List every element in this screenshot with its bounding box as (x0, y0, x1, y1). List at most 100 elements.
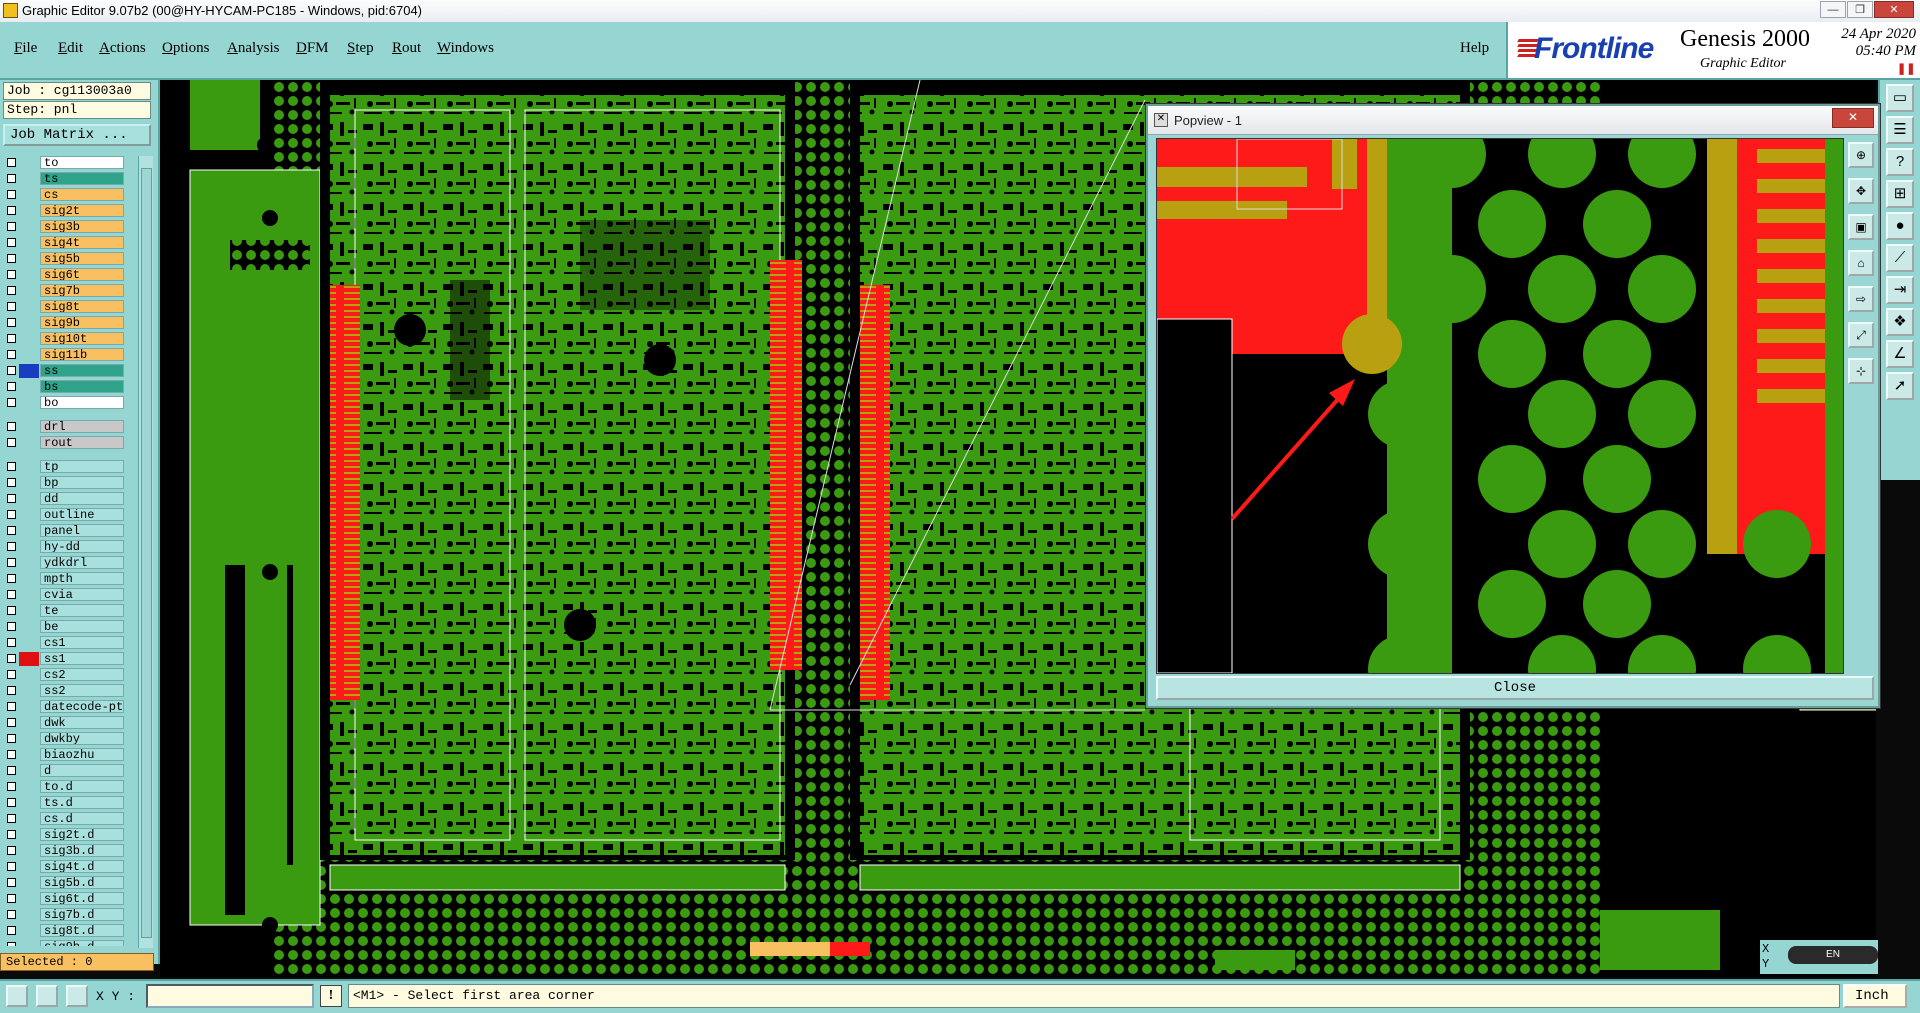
layer-checkbox[interactable] (7, 254, 16, 263)
menu-help[interactable]: Help (1460, 40, 1489, 57)
layer-checkbox[interactable] (7, 398, 16, 407)
layer-row[interactable]: to (4, 156, 124, 170)
layer-row[interactable]: sig3b (4, 220, 124, 234)
layer-name[interactable]: mpth (40, 572, 124, 585)
layer-name[interactable]: ts.d (40, 796, 124, 809)
layer-checkbox[interactable] (7, 366, 16, 375)
layer-checkbox[interactable] (7, 830, 16, 839)
popview-close-button[interactable]: Close (1156, 676, 1874, 700)
layer-checkbox[interactable] (7, 382, 16, 391)
layer-checkbox[interactable] (7, 798, 16, 807)
layer-checkbox[interactable] (7, 926, 16, 935)
popview-home-icon[interactable]: ⌂ (1848, 250, 1874, 276)
layer-checkbox[interactable] (7, 158, 16, 167)
layer-checkbox[interactable] (7, 574, 16, 583)
layer-row[interactable]: sig8t.d (4, 924, 124, 938)
info-icon[interactable]: ! (320, 985, 342, 1007)
layer-checkbox[interactable] (7, 190, 16, 199)
layer-row[interactable]: sig6t (4, 268, 124, 282)
layer-checkbox[interactable] (7, 878, 16, 887)
layer-name[interactable]: sig6t (40, 268, 124, 281)
layer-checkbox[interactable] (7, 686, 16, 695)
layer-name[interactable]: sig6t.d (40, 892, 124, 905)
layer-name[interactable]: sig9b (40, 316, 124, 329)
popview-fit-icon[interactable]: ⤢ (1848, 322, 1874, 348)
layer-checkbox[interactable] (7, 942, 16, 946)
layer-name[interactable]: bp (40, 476, 124, 489)
language-indicator[interactable]: EN (1788, 946, 1878, 964)
layer-list-scrollbar[interactable] (138, 156, 153, 948)
layer-name[interactable]: biaozhu (40, 748, 124, 761)
job-matrix-button[interactable]: Job Matrix ... (3, 124, 151, 146)
layer-row[interactable]: sig4t (4, 236, 124, 250)
layer-name[interactable]: sig4t.d (40, 860, 124, 873)
layer-name[interactable]: sig7b.d (40, 908, 124, 921)
layer-name[interactable]: sig8t.d (40, 924, 124, 937)
layer-checkbox[interactable] (7, 206, 16, 215)
layer-row[interactable]: sig3b.d (4, 844, 124, 858)
layer-row[interactable]: sig2t (4, 204, 124, 218)
zoom-tool-icon[interactable]: ▭ (1886, 84, 1914, 112)
layer-name[interactable]: ss (40, 364, 124, 377)
help-tool-icon[interactable]: ? (1886, 148, 1914, 176)
layer-checkbox[interactable] (7, 334, 16, 343)
layer-name[interactable]: rout (40, 436, 124, 449)
layer-name[interactable]: panel (40, 524, 124, 537)
layer-name[interactable]: sig4t (40, 236, 124, 249)
menu-rout[interactable]: Rout (392, 40, 421, 57)
fill-tool-icon[interactable]: ● (1886, 212, 1914, 240)
layer-row[interactable]: cs1 (4, 636, 124, 650)
layer-checkbox[interactable] (7, 318, 16, 327)
layer-checkbox[interactable] (7, 702, 16, 711)
layer-row[interactable]: to.d (4, 780, 124, 794)
layer-row[interactable]: te (4, 604, 124, 618)
popview-title-bar[interactable]: ✕ Popview - 1 ✕ (1148, 106, 1878, 135)
layer-name[interactable]: te (40, 604, 124, 617)
layer-name[interactable]: drl (40, 420, 124, 433)
layer-row[interactable]: cs.d (4, 812, 124, 826)
layer-row[interactable]: datecode-pte (4, 700, 124, 714)
layer-name[interactable]: d (40, 764, 124, 777)
layer-row[interactable]: sig2t.d (4, 828, 124, 842)
layer-row[interactable]: bs (4, 380, 124, 394)
layer-checkbox[interactable] (7, 910, 16, 919)
layer-row[interactable]: bp (4, 476, 124, 490)
layer-row[interactable]: biaozhu (4, 748, 124, 762)
layer-checkbox[interactable] (7, 438, 16, 447)
menu-analysis[interactable]: Analysis (227, 40, 280, 57)
menu-file[interactable]: File (14, 40, 37, 57)
layer-row[interactable]: sig5b.d (4, 876, 124, 890)
layer-name[interactable]: sig2t.d (40, 828, 124, 841)
pointer-tool-icon[interactable]: ➚ (1886, 372, 1914, 400)
layer-checkbox[interactable] (7, 750, 16, 759)
layer-row[interactable]: sig10t (4, 332, 124, 346)
layer-name[interactable]: to.d (40, 780, 124, 793)
layer-checkbox[interactable] (7, 302, 16, 311)
layer-row[interactable]: tp (4, 460, 124, 474)
layer-name[interactable]: outline (40, 508, 124, 521)
measure-tool-icon[interactable]: ☰ (1886, 116, 1914, 144)
layer-checkbox[interactable] (7, 350, 16, 359)
layer-checkbox[interactable] (7, 894, 16, 903)
layer-checkbox[interactable] (7, 638, 16, 647)
layer-row[interactable]: sig8t (4, 300, 124, 314)
align-tool-icon[interactable]: ⇥ (1886, 276, 1914, 304)
menu-step[interactable]: Step (347, 40, 374, 57)
menu-windows[interactable]: Windows (437, 40, 494, 57)
layer-row[interactable]: ss (4, 364, 124, 378)
zoom-view[interactable] (1157, 139, 1843, 673)
units-selector[interactable]: Inch (1843, 984, 1907, 1008)
layer-row[interactable]: panel (4, 524, 124, 538)
layer-row[interactable]: dwkby (4, 732, 124, 746)
layer-name[interactable]: sig7b (40, 284, 124, 297)
layer-row[interactable]: outline (4, 508, 124, 522)
layer-name[interactable]: cs.d (40, 812, 124, 825)
layer-row[interactable]: sig9b.d (4, 940, 124, 946)
layer-checkbox[interactable] (7, 286, 16, 295)
popview-pan-icon[interactable]: ✥ (1848, 178, 1874, 204)
layer-name[interactable]: to (40, 156, 124, 169)
minimize-button[interactable]: — (1820, 1, 1846, 18)
layer-name[interactable]: sig3b (40, 220, 124, 233)
popview-next-icon[interactable]: ⇨ (1848, 286, 1874, 312)
layer-checkbox[interactable] (7, 542, 16, 551)
